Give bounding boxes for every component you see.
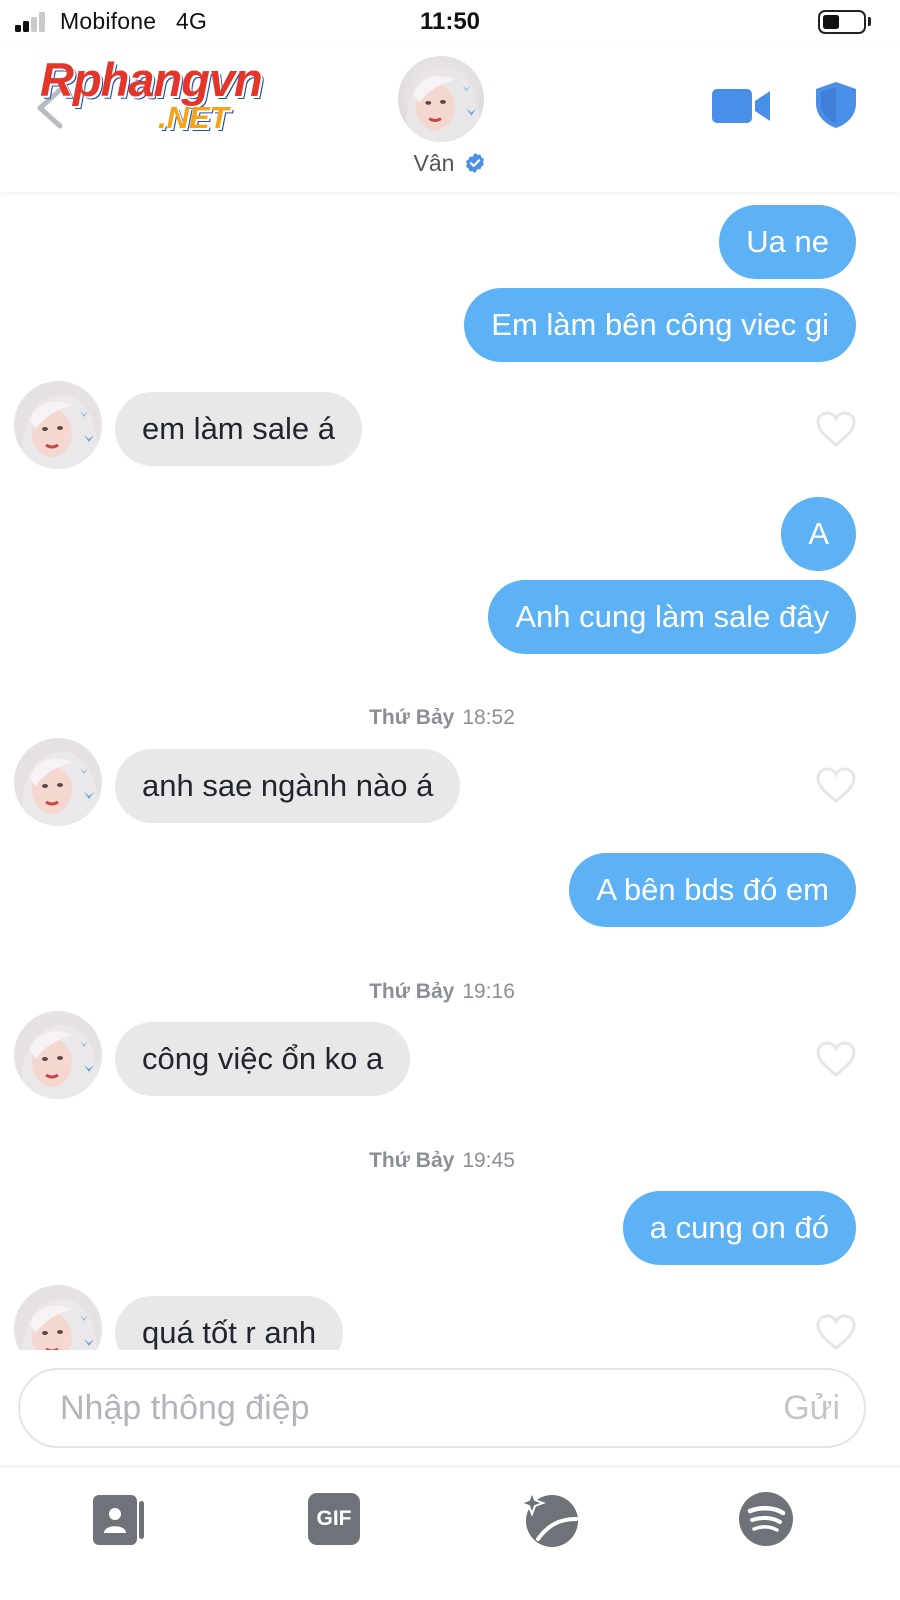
sent-message-bubble[interactable]: Em làm bên công viec gi	[464, 288, 856, 362]
received-message-bubble[interactable]: anh sae ngành nào á	[115, 749, 461, 823]
sent-message-bubble[interactable]: Anh cung làm sale đây	[488, 580, 856, 654]
contact-card-icon[interactable]	[87, 1489, 147, 1549]
contact-name-row[interactable]: Vân	[0, 150, 900, 177]
watermark-logo: Rphangvn .NET	[40, 52, 320, 142]
timestamp-day: Thứ Bảy	[369, 980, 455, 1003]
timestamp-day: Thứ Bảy	[369, 706, 455, 729]
like-heart-icon[interactable]	[815, 766, 857, 804]
attachment-toolbar: GIF	[0, 1466, 900, 1600]
message-composer: Gửi	[0, 1350, 900, 1466]
gif-icon[interactable]: GIF	[304, 1489, 364, 1549]
contact-avatar-small[interactable]	[14, 738, 102, 826]
clock: 11:50	[419, 8, 481, 35]
sent-message-bubble[interactable]: A bên bds đó em	[569, 853, 856, 927]
spotify-icon[interactable]	[736, 1489, 796, 1549]
timestamp-divider: Thứ Bảy 19:16	[0, 980, 884, 1004]
timestamp-time: 19:45	[462, 1149, 515, 1172]
like-heart-icon[interactable]	[815, 1040, 857, 1078]
message-list[interactable]: Ua ne Em làm bên công viec gi em làm sal…	[0, 192, 900, 1350]
video-call-icon[interactable]	[712, 88, 772, 124]
contact-name: Vân	[413, 150, 455, 176]
sparkle-sticker-icon[interactable]	[520, 1489, 580, 1549]
like-heart-icon[interactable]	[815, 410, 857, 448]
chat-header: Rphangvn .NET Vân	[0, 44, 900, 192]
send-button[interactable]: Gửi	[783, 1370, 840, 1446]
sent-message-bubble[interactable]: A	[781, 497, 856, 571]
battery-cap	[868, 17, 871, 26]
timestamp-divider: Thứ Bảy 18:52	[0, 706, 884, 730]
contact-avatar-small[interactable]	[14, 381, 102, 469]
like-heart-icon[interactable]	[815, 1313, 857, 1350]
contact-avatar-small[interactable]	[14, 1011, 102, 1099]
message-input[interactable]	[60, 1370, 740, 1446]
verified-badge-icon	[466, 152, 485, 174]
sent-message-bubble[interactable]: a cung on đó	[622, 1191, 856, 1265]
composer-field[interactable]: Gửi	[18, 1368, 866, 1448]
battery-icon	[818, 10, 866, 34]
sent-message-bubble[interactable]: Ua ne	[719, 205, 856, 279]
timestamp-divider: Thứ Bảy 19:45	[0, 1149, 884, 1173]
timestamp-time: 18:52	[462, 706, 515, 729]
received-message-bubble[interactable]: em làm sale á	[115, 392, 362, 466]
contact-avatar-small[interactable]	[14, 1285, 102, 1350]
gif-label: GIF	[316, 1507, 352, 1530]
safety-shield-icon[interactable]	[814, 81, 858, 129]
timestamp-time: 19:16	[462, 980, 515, 1003]
logo-main-text: Rphangvn	[40, 53, 263, 106]
status-bar: Mobifone 4G 11:50	[0, 0, 900, 44]
contact-avatar[interactable]	[398, 56, 484, 142]
received-message-bubble[interactable]: quá tốt r anh	[115, 1296, 344, 1350]
timestamp-day: Thứ Bảy	[369, 1149, 455, 1172]
received-message-bubble[interactable]: công việc ổn ko a	[115, 1022, 411, 1096]
logo-sub-text: .NET	[158, 100, 229, 135]
